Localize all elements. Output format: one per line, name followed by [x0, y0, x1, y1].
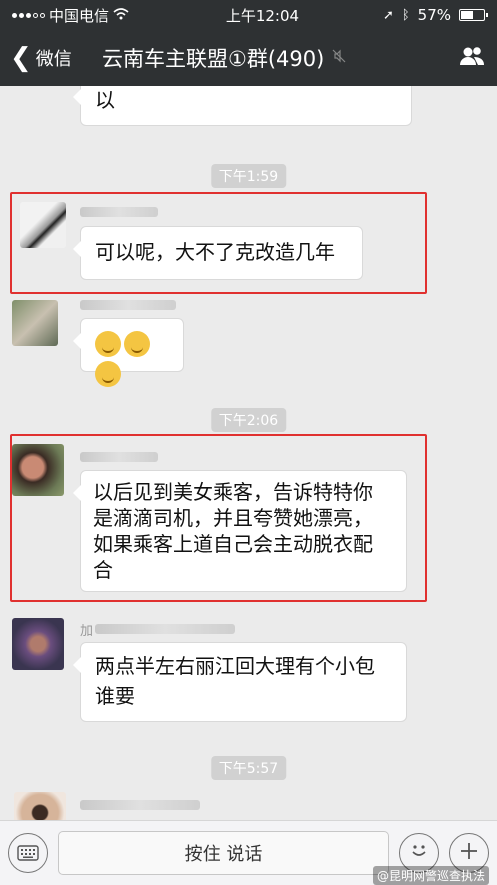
message-bubble[interactable]: 可以呢，大不了克改造几年 [73, 226, 363, 280]
battery-icon [459, 9, 488, 21]
sender-name: 加 [80, 624, 94, 639]
sender-name-blurred [80, 207, 158, 217]
people-icon [458, 45, 486, 71]
avatar[interactable] [12, 618, 64, 670]
message-bubble[interactable]: 以后见到美女乘客，告诉特特你 是滴滴司机，并且夸赞她漂亮， 如果乘客上道自己会主… [73, 470, 407, 592]
chat-header: ❮ 微信 云南车主联盟①群(490) [0, 30, 497, 86]
plus-icon [459, 839, 479, 867]
chevron-left-icon: ❮ [10, 43, 32, 73]
message-bubble[interactable] [73, 318, 184, 387]
message-line: 如果乘客上道自己会主动脱衣配 [93, 532, 373, 556]
avatar[interactable] [20, 202, 66, 248]
message-line: 两点半左右丽江回大理有个小包 [95, 654, 375, 678]
message-line: 合 [93, 558, 113, 582]
keyboard-icon [17, 839, 39, 867]
avatar[interactable] [12, 444, 64, 496]
watermark: @昆明网警巡查执法 [372, 866, 489, 885]
battery-percent: 57% [417, 6, 451, 24]
group-info-button[interactable] [447, 45, 497, 71]
carrier-label: 中国电信 [49, 6, 110, 25]
message-line: 以后见到美女乘客，告诉特特你 [93, 480, 373, 504]
sender-name-blurred [80, 452, 158, 462]
sender-name-blurred [95, 624, 235, 634]
keyboard-button[interactable] [8, 833, 48, 873]
message-text: 可以呢，大不了克改造几年 [95, 240, 335, 264]
status-bar: 中国电信 上午12:04 ➚ ᛒ 57% [0, 0, 497, 30]
emoji [95, 360, 121, 387]
message-text: 以 [95, 88, 115, 112]
wifi-icon [113, 6, 129, 24]
mute-icon [332, 49, 346, 67]
sender-name-blurred [80, 300, 176, 310]
sender-name-blurred [80, 800, 200, 810]
timestamp: 下午5:57 [210, 756, 287, 780]
chat-title: 云南车主联盟①群(490) [102, 47, 325, 71]
hold-to-talk-button[interactable]: 按住 说话 [58, 831, 389, 875]
smiley-icon [407, 838, 431, 868]
bluetooth-icon: ᛒ [401, 7, 410, 23]
timestamp: 下午2:06 [210, 408, 287, 432]
message-line: 谁要 [95, 684, 135, 708]
avatar[interactable] [12, 300, 58, 346]
message-bubble[interactable]: 两点半左右丽江回大理有个小包 谁要 [73, 642, 407, 722]
location-arrow-icon: ➚ [382, 7, 394, 23]
timestamp: 下午1:59 [210, 164, 287, 188]
message-bubble[interactable]: 以 [73, 86, 412, 126]
back-label: 微信 [35, 49, 72, 70]
message-list[interactable]: 以 下午1:59 可以呢，大不了克改造几年 下午2:06 以后见到美女乘客，告诉… [0, 86, 497, 820]
avatar[interactable] [14, 792, 66, 820]
message-line: 是滴滴司机，并且夸赞她漂亮， [93, 506, 373, 530]
emoji [124, 330, 150, 357]
clock: 上午12:04 [225, 6, 300, 25]
signal-icon [12, 12, 45, 18]
back-button[interactable]: ❮ 微信 [0, 45, 100, 71]
emoji [95, 330, 121, 357]
